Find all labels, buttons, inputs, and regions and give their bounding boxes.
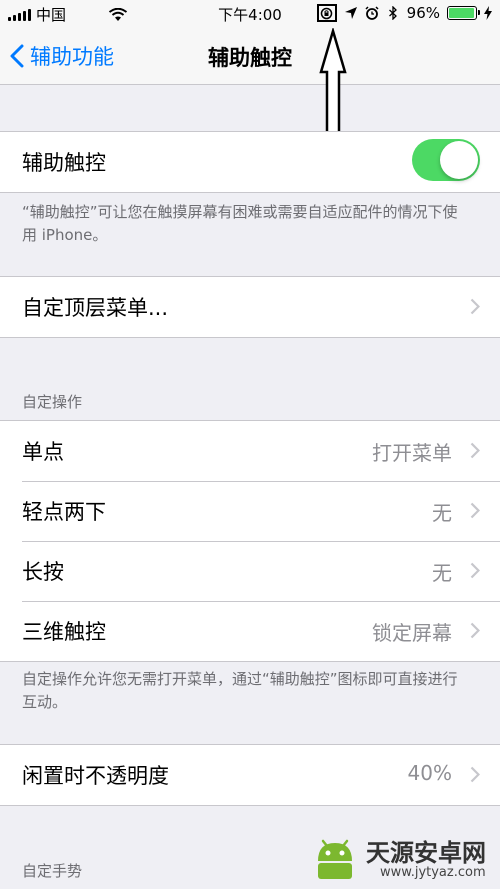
chevron-right-icon [470,766,480,783]
alarm-icon [365,6,379,20]
chevron-right-icon [470,298,480,315]
annotation-arrow [319,28,347,138]
idle-opacity-label: 闲置时不透明度 [22,764,169,788]
toggle-knob [440,141,478,179]
charging-icon [484,6,492,20]
assistive-touch-footnote: “辅助触控”可让您在触摸屏幕有困难或需要自适应配件的情况下使用 iPhone。 [22,203,458,244]
chevron-right-icon [470,622,480,639]
action-value: 无 [432,501,452,525]
site-watermark: 天源安卓网 www.jytyaz.com [300,829,500,889]
watermark-name: 天源安卓网 [366,839,486,867]
custom-actions-header: 自定操作 [22,393,83,411]
action-value: 打开菜单 [372,441,452,465]
action-label: 单点 [22,440,64,464]
watermark-url: www.jytyaz.com [380,865,486,880]
action-row-long-press[interactable]: 长按 无 [0,541,500,601]
custom-gestures-header: 自定手势 [22,862,83,880]
location-icon [344,7,357,19]
assistive-touch-group: 辅助触控 [0,131,500,193]
action-label: 长按 [22,560,64,584]
action-row-double-tap[interactable]: 轻点两下 无 [0,481,500,541]
idle-opacity-value: 40% [407,761,452,785]
action-label: 三维触控 [22,620,106,644]
customize-top-menu-row[interactable]: 自定顶层菜单... [0,277,500,337]
battery-level [449,8,474,18]
action-value: 锁定屏幕 [372,621,452,645]
assistive-touch-row: 辅助触控 [0,132,500,192]
battery-percent: 96% [406,4,440,22]
action-row-3d-touch[interactable]: 三维触控 锁定屏幕 [0,601,500,661]
chevron-right-icon [470,562,480,579]
customize-top-menu-label: 自定顶层菜单... [22,296,169,320]
navigation-bar: 辅助功能 辅助触控 [0,28,500,85]
assistive-touch-label: 辅助触控 [22,151,106,175]
page-title: 辅助触控 [208,46,292,70]
android-logo-icon [318,839,352,879]
status-right: 96% [316,4,492,22]
orientation-lock-icon [316,4,337,22]
bluetooth-icon [388,6,397,20]
assistive-touch-toggle[interactable] [412,139,480,181]
battery-icon [447,6,480,20]
custom-actions-group: 单点 打开菜单 轻点两下 无 长按 无 三维触控 锁定屏幕 [0,420,500,662]
idle-opacity-row[interactable]: 闲置时不透明度 40% [0,745,500,805]
action-label: 轻点两下 [22,500,106,524]
chevron-right-icon [470,442,480,459]
action-row-single-tap[interactable]: 单点 打开菜单 [0,421,500,481]
status-bar: 中国 下午4:00 96% [0,0,500,28]
chevron-right-icon [470,502,480,519]
customize-menu-group: 自定顶层菜单... [0,276,500,338]
action-value: 无 [432,561,452,585]
idle-opacity-group: 闲置时不透明度 40% [0,744,500,806]
custom-actions-footnote: 自定操作允许您无需打开菜单，通过“辅助触控”图标即可直接进行互动。 [22,670,458,711]
